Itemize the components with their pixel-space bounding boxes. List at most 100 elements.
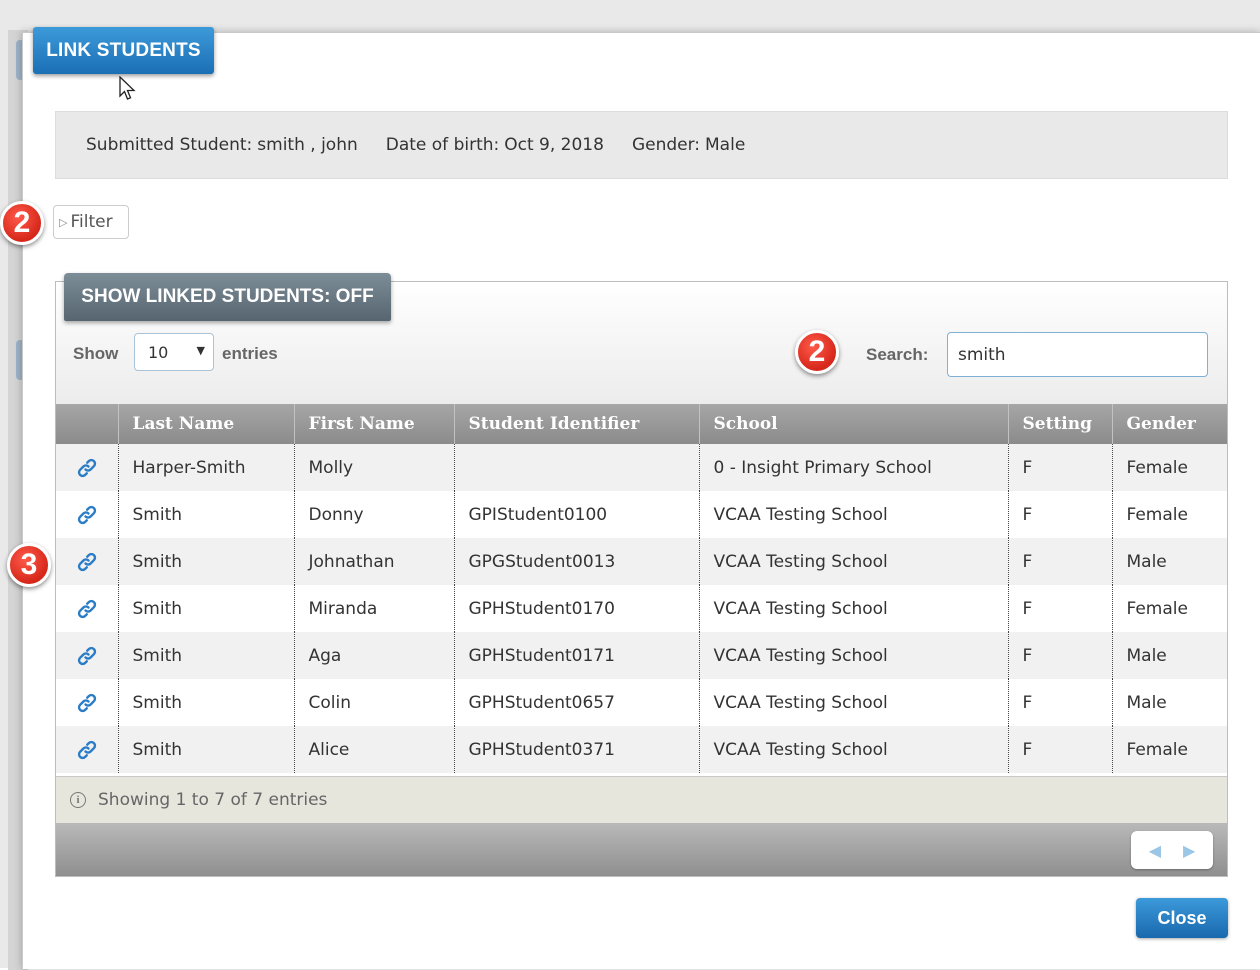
link-cell	[56, 679, 119, 726]
filter-label: Filter	[70, 212, 113, 232]
table-row: Smith Alice GPHStudent0371 VCAA Testing Sch…	[56, 726, 1227, 773]
table-row: Harper-Smith Molly 0 - Insight Primary Sch…	[56, 444, 1227, 491]
chevron-right-icon[interactable]: ▶	[1183, 841, 1195, 860]
link-cell	[56, 632, 119, 679]
search-input[interactable]	[947, 332, 1208, 377]
link-icon[interactable]	[75, 599, 99, 619]
link-cell	[56, 444, 119, 491]
pagination-controls: ◀ ▶	[1131, 831, 1213, 869]
cell-gender: Female	[1112, 491, 1227, 538]
dropdown-arrow-icon: ▼	[196, 344, 205, 357]
table-info-text: Showing 1 to 7 of 7 entries	[98, 790, 328, 810]
table-row: Smith Colin GPHStudent0657 VCAA Testing Sch…	[56, 679, 1227, 726]
table-info-bar: i Showing 1 to 7 of 7 entries	[56, 776, 1227, 823]
cell-first-name: Molly	[294, 444, 455, 491]
cell-gender: Female	[1112, 444, 1227, 491]
cell-setting: F	[1008, 444, 1113, 491]
cell-gender: Male	[1112, 632, 1227, 679]
cell-setting: F	[1008, 538, 1113, 585]
link-icon[interactable]	[75, 693, 99, 713]
link-icon[interactable]	[75, 458, 99, 478]
column-header-school[interactable]: School	[699, 404, 1009, 444]
cell-last-name: Smith	[118, 538, 295, 585]
column-header-setting[interactable]: Setting	[1008, 404, 1113, 444]
show-label: Show	[73, 344, 119, 363]
link-icon[interactable]	[75, 740, 99, 760]
cell-gender: Male	[1112, 679, 1227, 726]
triangle-right-icon: ▷	[59, 215, 68, 229]
cell-last-name: Smith	[118, 585, 295, 632]
link-cell	[56, 491, 119, 538]
link-cell	[56, 585, 119, 632]
column-header-last-name[interactable]: Last Name	[118, 404, 295, 444]
cell-setting: F	[1008, 491, 1113, 538]
gender-value: Male	[705, 135, 746, 155]
cell-first-name: Donny	[294, 491, 455, 538]
link-icon[interactable]	[75, 552, 99, 572]
cell-first-name: Miranda	[294, 585, 455, 632]
cell-student-identifier: GPIStudent0100	[454, 491, 700, 538]
cell-last-name: Smith	[118, 632, 295, 679]
dialog-title-button[interactable]: LINK STUDENTS	[33, 27, 214, 74]
table-row: Smith Donny GPIStudent0100 VCAA Testing Sch…	[56, 491, 1227, 538]
entries-label: entries	[222, 344, 278, 363]
show-linked-students-toggle[interactable]: SHOW LINKED STUDENTS: OFF	[64, 273, 391, 321]
cell-setting: F	[1008, 632, 1113, 679]
dob-label: Date of birth:	[385, 135, 500, 155]
table-row: Smith Miranda GPHStudent0170 VCAA Testing S…	[56, 585, 1227, 632]
cell-school: 0 - Insight Primary School	[699, 444, 1009, 491]
gender-label: Gender:	[631, 135, 701, 155]
mouse-cursor-icon	[119, 76, 136, 100]
table-row: Smith Johnathan GPGStudent0013 VCAA Testing…	[56, 538, 1227, 585]
cell-student-identifier: GPHStudent0171	[454, 632, 700, 679]
cell-student-identifier: GPGStudent0013	[454, 538, 700, 585]
column-header-first-name[interactable]: First Name	[294, 404, 455, 444]
submitted-student-value: smith , john	[257, 135, 358, 155]
cell-first-name: Alice	[294, 726, 455, 773]
cell-school: VCAA Testing School	[699, 632, 1009, 679]
callout-badge-filter: 2	[0, 201, 44, 245]
cell-setting: F	[1008, 726, 1113, 773]
entries-per-page-select[interactable]: 10 ▼	[134, 333, 214, 371]
cell-gender: Female	[1112, 726, 1227, 773]
students-table: Last Name First Name Student Identifier …	[56, 404, 1227, 773]
cell-school: VCAA Testing School	[699, 726, 1009, 773]
cell-student-identifier: GPHStudent0657	[454, 679, 700, 726]
column-header-student-identifier[interactable]: Student Identifier	[454, 404, 700, 444]
table-row: Smith Aga GPHStudent0171 VCAA Testing Schoo…	[56, 632, 1227, 679]
cell-gender: Female	[1112, 585, 1227, 632]
cell-setting: F	[1008, 679, 1113, 726]
link-icon[interactable]	[75, 646, 99, 666]
column-header-gender[interactable]: Gender	[1112, 404, 1227, 444]
cell-student-identifier: GPHStudent0371	[454, 726, 700, 773]
cell-first-name: Colin	[294, 679, 455, 726]
entries-per-page-value: 10	[148, 342, 169, 362]
cell-last-name: Smith	[118, 726, 295, 773]
cell-last-name: Harper-Smith	[118, 444, 295, 491]
chevron-left-icon[interactable]: ◀	[1149, 841, 1161, 860]
gender-group: Gender: Male	[632, 135, 745, 155]
column-header-link	[56, 404, 119, 444]
info-icon: i	[70, 792, 86, 808]
close-button[interactable]: Close	[1136, 898, 1228, 938]
cell-setting: F	[1008, 585, 1113, 632]
cell-last-name: Smith	[118, 491, 295, 538]
cell-school: VCAA Testing School	[699, 538, 1009, 585]
callout-badge-search: 2	[795, 330, 839, 374]
filter-toggle-button[interactable]: ▷ Filter	[53, 205, 129, 239]
cell-last-name: Smith	[118, 679, 295, 726]
link-cell	[56, 538, 119, 585]
table-header-row: Last Name First Name Student Identifier …	[56, 404, 1227, 444]
cell-first-name: Aga	[294, 632, 455, 679]
cell-school: VCAA Testing School	[699, 491, 1009, 538]
callout-badge-row: 3	[7, 543, 51, 587]
link-icon[interactable]	[75, 505, 99, 525]
search-label: Search:	[866, 345, 929, 364]
cell-gender: Male	[1112, 538, 1227, 585]
cell-school: VCAA Testing School	[699, 585, 1009, 632]
submitted-student-bar: Submitted Student: smith , john Date of b…	[55, 111, 1228, 179]
submitted-student-group: Submitted Student: smith , john	[86, 135, 358, 155]
dob-group: Date of birth: Oct 9, 2018	[386, 135, 604, 155]
dob-value: Oct 9, 2018	[504, 135, 604, 155]
cell-student-identifier: GPHStudent0170	[454, 585, 700, 632]
